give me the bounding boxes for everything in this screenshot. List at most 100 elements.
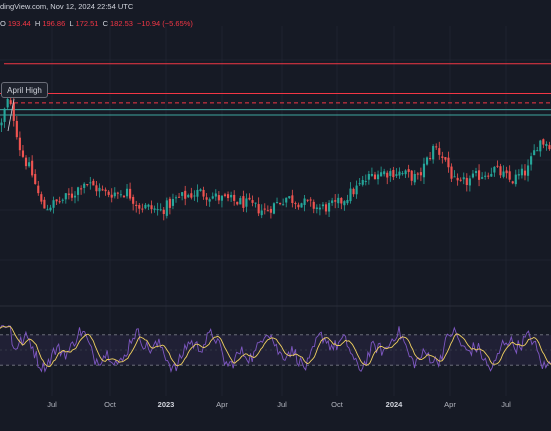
candlestick-series xyxy=(0,93,551,221)
candle-body xyxy=(367,173,370,180)
candle-body xyxy=(526,165,530,176)
candle-body xyxy=(422,163,426,178)
candle-body xyxy=(233,194,236,201)
candle-body xyxy=(70,193,74,198)
candle-body xyxy=(168,198,171,208)
candle-body xyxy=(92,180,95,186)
candle-body xyxy=(327,202,331,212)
candle-body xyxy=(530,156,533,165)
candle-body xyxy=(309,199,312,201)
candle-body xyxy=(523,170,527,176)
candle-body xyxy=(220,195,224,201)
candle-body xyxy=(484,175,487,177)
candle-body xyxy=(217,195,220,201)
candle-body xyxy=(110,194,113,198)
candle-body xyxy=(101,189,104,191)
candle-body xyxy=(517,174,520,176)
candle-body xyxy=(64,193,67,200)
candle-body xyxy=(343,201,346,206)
candle-body xyxy=(55,199,58,202)
candle-body xyxy=(6,98,9,108)
candle-body xyxy=(416,173,419,175)
candle-body xyxy=(150,205,153,210)
candle-body xyxy=(444,157,447,160)
candle-body xyxy=(113,192,116,197)
candle-body xyxy=(474,171,478,174)
chart-canvas[interactable] xyxy=(0,0,551,431)
candle-body xyxy=(263,208,266,210)
candle-body xyxy=(76,187,80,195)
high-label: H xyxy=(34,19,41,28)
candle-body xyxy=(450,166,453,179)
candle-body xyxy=(297,204,300,208)
candle-body xyxy=(432,146,435,160)
x-tick-label: Oct xyxy=(331,400,343,409)
close-value: 182.53 xyxy=(110,19,133,28)
ohlc-readout: O 193.44 H 196.86 L 172.51 C 182.53 −10.94 (… xyxy=(0,19,195,28)
candle-body xyxy=(447,157,450,168)
candle-body xyxy=(502,171,505,177)
candle-body xyxy=(132,196,135,204)
candle-body xyxy=(196,189,199,197)
candle-body xyxy=(40,194,43,202)
candle-body xyxy=(496,165,499,167)
candle-body xyxy=(80,188,83,190)
low-value: 172.51 xyxy=(75,19,99,28)
candle-body xyxy=(376,174,380,180)
candle-body xyxy=(425,157,429,165)
candle-body xyxy=(315,207,318,209)
candle-body xyxy=(456,177,459,181)
candle-body xyxy=(321,204,325,207)
candle-body xyxy=(282,204,285,206)
candle-body xyxy=(493,166,496,173)
candle-body xyxy=(355,185,358,195)
candle-body xyxy=(107,191,110,195)
candle-body xyxy=(520,168,523,176)
candle-body xyxy=(98,187,101,192)
candle-body xyxy=(61,199,64,201)
candle-body xyxy=(272,203,276,214)
candle-body xyxy=(223,194,227,196)
candle-body xyxy=(490,173,493,177)
candle-body xyxy=(190,193,193,198)
candle-body xyxy=(349,188,352,202)
candle-body xyxy=(122,195,126,198)
candle-body xyxy=(58,201,61,203)
candle-body xyxy=(407,169,410,172)
candle-body xyxy=(435,146,438,148)
candle-body xyxy=(52,200,55,208)
candle-body xyxy=(73,195,77,198)
candle-body xyxy=(18,137,21,151)
candle-body xyxy=(389,171,392,176)
candle-body xyxy=(441,156,444,158)
candle-body xyxy=(386,172,389,178)
candle-body xyxy=(9,100,12,104)
candle-body xyxy=(373,174,377,180)
x-tick-label: Jul xyxy=(47,400,57,409)
candle-body xyxy=(370,174,373,176)
candle-body xyxy=(312,201,315,209)
x-tick-label: Jul xyxy=(501,400,511,409)
candle-body xyxy=(31,160,34,176)
candle-body xyxy=(462,177,465,180)
april-high-callout[interactable]: April High xyxy=(1,82,48,98)
candle-body xyxy=(116,192,119,194)
candle-body xyxy=(340,197,343,204)
candle-body xyxy=(37,185,40,194)
candle-body xyxy=(49,207,52,211)
candle-body xyxy=(514,174,517,185)
candle-body xyxy=(257,204,260,214)
candle-body xyxy=(119,194,122,196)
candle-body xyxy=(156,209,159,211)
candle-body xyxy=(404,170,407,175)
candle-body xyxy=(159,209,162,211)
candle-body xyxy=(269,208,272,213)
candle-body xyxy=(361,179,364,185)
candle-body xyxy=(211,196,214,199)
candle-body xyxy=(471,173,475,178)
candle-body xyxy=(208,199,211,202)
candle-body xyxy=(83,183,86,188)
candle-body xyxy=(352,188,355,195)
candle-body xyxy=(358,183,361,185)
candle-body xyxy=(230,194,233,198)
